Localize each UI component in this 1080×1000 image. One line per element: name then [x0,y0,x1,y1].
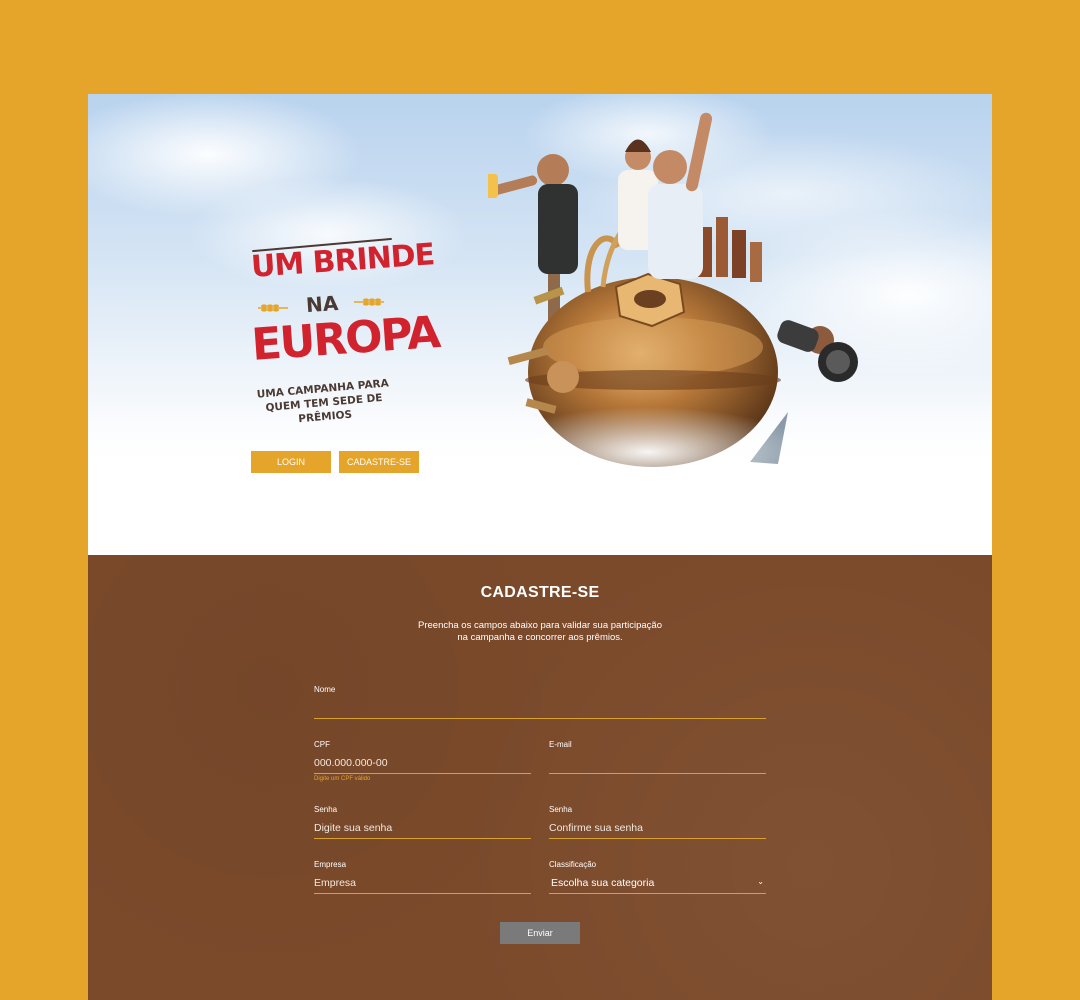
empresa-label: Empresa [314,860,347,869]
senha-label: Senha [314,805,338,814]
login-button[interactable]: LOGIN [251,451,331,473]
logo-line-3: EUROPA [250,306,441,371]
form-description: Preencha os campos abaixo para validar s… [390,620,690,644]
page: UM BRINDE NA EUROPA UMA CAMPANHA PARA QU… [88,94,992,1000]
signup-button[interactable]: CADASTRE-SE [339,451,419,473]
nome-field: Nome [314,685,766,719]
empresa-field: Empresa [314,860,531,894]
classificacao-select[interactable]: Escolha sua categoria ⌄ [549,874,766,894]
cpf-hint: Digite um CPF válido [314,776,371,782]
hero-illustration [488,112,858,482]
wheat-icon [258,304,288,312]
cpf-field: CPF Digite um CPF válido [314,740,531,782]
wheat-icon [354,298,384,306]
empresa-input[interactable] [314,874,531,894]
form-description-line-1: Preencha os campos abaixo para validar s… [418,620,662,631]
signup-section: CADASTRE-SE Preencha os campos abaixo pa… [88,555,992,1000]
classificacao-selected[interactable]: Escolha sua categoria [549,874,766,894]
cpf-input[interactable] [314,754,531,774]
classificacao-field: Classificação Escolha sua categoria ⌄ [549,860,766,894]
cpf-label: CPF [314,740,330,749]
form-title: CADASTRE-SE [480,584,600,601]
classificacao-label: Classificação [549,860,597,869]
nome-input[interactable] [314,699,766,719]
logo-line-1: UM BRINDE [250,237,436,285]
email-input[interactable] [549,754,766,774]
hero-banner: UM BRINDE NA EUROPA UMA CAMPANHA PARA QU… [88,94,992,555]
senha-field: Senha [314,805,531,839]
form-description-line-2: na campanha e concorrer aos prêmios. [457,632,623,643]
chevron-down-icon[interactable]: ⌄ [757,877,764,886]
confirma-senha-field: Senha [549,805,766,839]
confirma-senha-label: Senha [549,805,573,814]
campaign-logo: UM BRINDE NA EUROPA UMA CAMPANHA PARA QU… [248,237,440,430]
confirma-senha-input[interactable] [549,819,766,839]
submit-button[interactable]: Enviar [500,922,580,944]
nome-label: Nome [314,685,336,694]
senha-input[interactable] [314,819,531,839]
email-field: E-mail [549,740,766,774]
logo-tagline: UMA CAMPANHA PARA QUEM TEM SEDE DE PRÊMI… [252,376,395,430]
email-label: E-mail [549,740,572,749]
